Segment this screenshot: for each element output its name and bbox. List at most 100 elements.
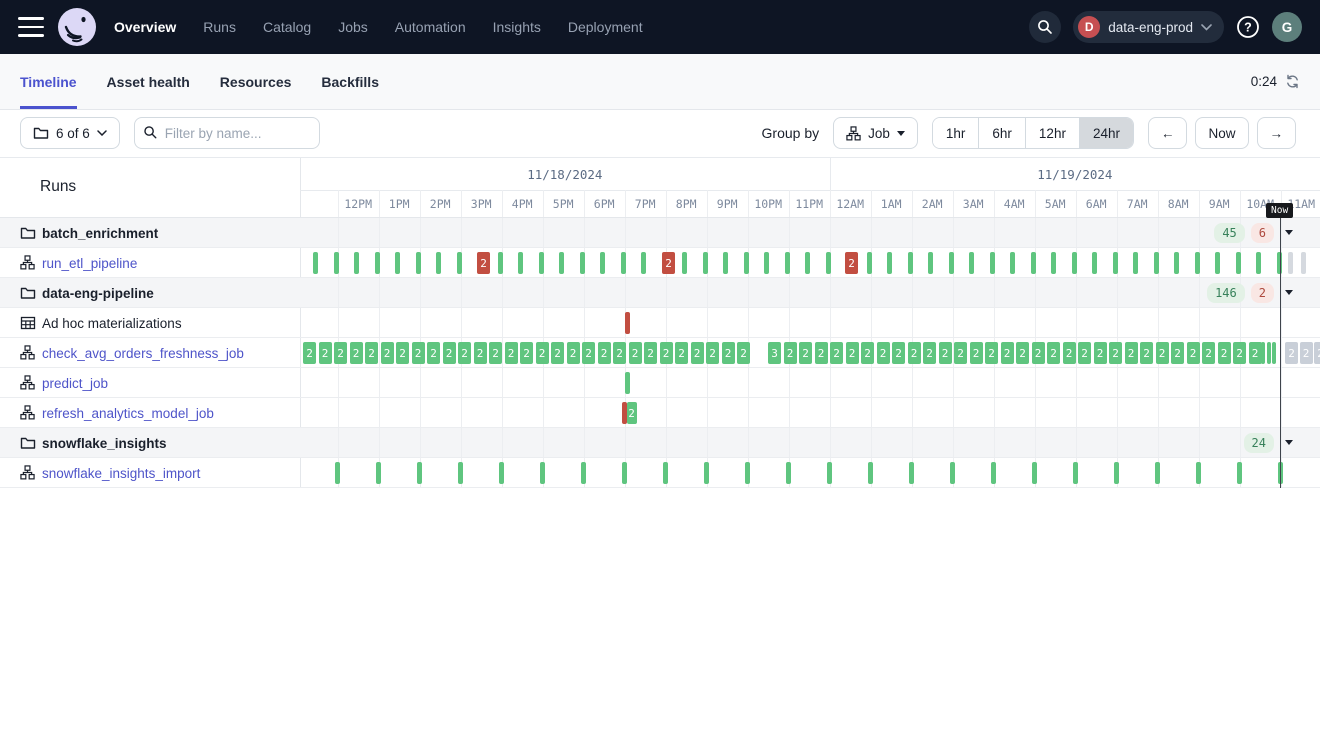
run-square[interactable]: 2	[613, 342, 626, 364]
run-square[interactable]: 2	[908, 342, 921, 364]
run-tick[interactable]	[1113, 252, 1118, 274]
run-tick[interactable]	[1010, 252, 1015, 274]
run-square[interactable]: 2	[706, 342, 719, 364]
run-square[interactable]: 2	[412, 342, 425, 364]
row-label-run-etl-pipeline[interactable]: run_etl_pipeline	[42, 248, 137, 278]
run-tick[interactable]	[867, 252, 872, 274]
run-tick[interactable]	[416, 252, 421, 274]
user-avatar[interactable]: G	[1272, 12, 1302, 42]
run-tick[interactable]	[1196, 462, 1201, 484]
topnav-item-runs[interactable]: Runs	[203, 19, 236, 35]
run-square[interactable]: 2	[582, 342, 595, 364]
run-tick[interactable]	[663, 462, 668, 484]
run-tick[interactable]	[786, 462, 791, 484]
menu-icon[interactable]	[18, 17, 44, 37]
page-next-button[interactable]: →	[1257, 117, 1297, 149]
run-square[interactable]: 2	[722, 342, 735, 364]
run-tick[interactable]	[458, 462, 463, 484]
search-button[interactable]	[1029, 11, 1061, 43]
run-square[interactable]: 2	[846, 342, 859, 364]
run-square[interactable]: 2	[1171, 342, 1184, 364]
expand-caret-icon[interactable]	[1285, 440, 1293, 445]
run-tick[interactable]	[499, 462, 504, 484]
range-button-12hr[interactable]: 12hr	[1025, 118, 1079, 148]
run-square[interactable]: 2	[861, 342, 874, 364]
run-tick[interactable]	[868, 462, 873, 484]
page-prev-button[interactable]: ←	[1148, 117, 1188, 149]
run-tick[interactable]	[1267, 342, 1271, 364]
run-tick[interactable]	[1236, 252, 1241, 274]
run-tick[interactable]	[969, 252, 974, 274]
run-tick[interactable]	[600, 252, 605, 274]
run-tick[interactable]	[1051, 252, 1056, 274]
run-square[interactable]: 2	[737, 342, 750, 364]
run-square[interactable]: 2	[1285, 342, 1298, 364]
run-square[interactable]: 2	[1078, 342, 1091, 364]
run-tick[interactable]	[621, 252, 626, 274]
run-tick[interactable]	[949, 252, 954, 274]
run-tick[interactable]	[1073, 462, 1078, 484]
run-square[interactable]: 2	[567, 342, 580, 364]
tab-resources[interactable]: Resources	[220, 54, 292, 109]
run-square[interactable]: 2	[644, 342, 657, 364]
filter-by-name-input[interactable]	[134, 117, 320, 149]
range-button-6hr[interactable]: 6hr	[978, 118, 1025, 148]
run-tick[interactable]	[887, 252, 892, 274]
run-square[interactable]: 2	[1314, 342, 1320, 364]
run-square[interactable]: 2	[536, 342, 549, 364]
run-tick[interactable]	[703, 252, 708, 274]
run-tick[interactable]	[375, 252, 380, 274]
run-square[interactable]: 2	[334, 342, 347, 364]
run-square[interactable]: 2	[505, 342, 518, 364]
row-label-refresh-analytics-model-job[interactable]: refresh_analytics_model_job	[42, 398, 214, 428]
run-tick[interactable]	[1215, 252, 1220, 274]
run-square[interactable]: 2	[629, 342, 642, 364]
run-square[interactable]: 2	[1016, 342, 1029, 364]
run-tick[interactable]	[928, 252, 933, 274]
run-tick[interactable]	[539, 252, 544, 274]
run-tick[interactable]	[704, 462, 709, 484]
run-square[interactable]: 2	[350, 342, 363, 364]
run-square[interactable]: 2	[1233, 342, 1246, 364]
run-square[interactable]: 2	[845, 252, 858, 274]
run-square[interactable]: 2	[1218, 342, 1231, 364]
run-square[interactable]: 2	[627, 402, 637, 424]
run-tick[interactable]	[1032, 462, 1037, 484]
run-tick[interactable]	[622, 462, 627, 484]
run-tick[interactable]	[827, 462, 832, 484]
scope-dropdown[interactable]: 6 of 6	[20, 117, 120, 149]
run-tick[interactable]	[498, 252, 503, 274]
run-tick[interactable]	[641, 252, 646, 274]
run-tick[interactable]	[335, 462, 340, 484]
run-square[interactable]: 2	[598, 342, 611, 364]
run-square[interactable]: 2	[1109, 342, 1122, 364]
run-tick[interactable]	[909, 462, 914, 484]
run-square[interactable]: 2	[396, 342, 409, 364]
run-tick[interactable]	[991, 462, 996, 484]
run-tick[interactable]	[559, 252, 564, 274]
run-square[interactable]: 2	[381, 342, 394, 364]
run-tick[interactable]	[417, 462, 422, 484]
run-square[interactable]: 2	[1125, 342, 1138, 364]
run-square[interactable]: 2	[691, 342, 704, 364]
run-tick[interactable]	[1114, 462, 1119, 484]
run-square[interactable]: 2	[1156, 342, 1169, 364]
run-tick[interactable]	[376, 462, 381, 484]
run-tick[interactable]	[1072, 252, 1077, 274]
run-tick[interactable]	[1301, 252, 1306, 274]
run-square[interactable]: 2	[784, 342, 797, 364]
topnav-item-insights[interactable]: Insights	[493, 19, 541, 35]
topnav-item-automation[interactable]: Automation	[395, 19, 466, 35]
topnav-item-catalog[interactable]: Catalog	[263, 19, 311, 35]
run-square[interactable]: 2	[1249, 342, 1262, 364]
run-square[interactable]: 2	[1047, 342, 1060, 364]
run-tick[interactable]	[745, 462, 750, 484]
run-square[interactable]: 2	[675, 342, 688, 364]
run-tick[interactable]	[1154, 252, 1159, 274]
run-tick[interactable]	[581, 462, 586, 484]
run-tick[interactable]	[744, 252, 749, 274]
run-tick[interactable]	[580, 252, 585, 274]
run-square[interactable]: 2	[1094, 342, 1107, 364]
run-tick[interactable]	[457, 252, 462, 274]
run-tick[interactable]	[805, 252, 810, 274]
